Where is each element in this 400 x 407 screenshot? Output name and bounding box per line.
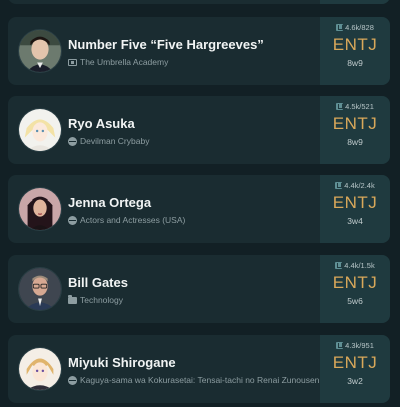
globe-icon	[68, 215, 77, 225]
personality-type-panel[interactable]: 4.5k/521 ENTJ 8w9	[320, 96, 390, 164]
source-label: The Umbrella Academy	[80, 57, 169, 67]
profile-name[interactable]: Number Five “Five Hargreeves”	[68, 37, 310, 52]
profile-list: Number Five “Five Hargreeves” The Umbrel…	[0, 0, 400, 407]
profile-source[interactable]: Actors and Actresses (USA)	[68, 215, 310, 225]
profile-card[interactable]: Jenna Ortega Actors and Actresses (USA) …	[8, 175, 390, 243]
previous-card-edge[interactable]	[8, 0, 390, 4]
vote-icon	[336, 342, 344, 349]
mbti-type: ENTJ	[332, 353, 378, 372]
enneagram-type: 5w6	[347, 296, 363, 306]
vote-icon	[335, 182, 343, 189]
enneagram-type: 8w9	[347, 137, 363, 147]
profile-card[interactable]: Miyuki Shirogane Kaguya-sama wa Kokurase…	[8, 335, 390, 403]
vote-count: 4.3k/951	[336, 341, 374, 350]
vote-icon	[336, 103, 344, 110]
avatar	[18, 108, 62, 152]
profile-card[interactable]: Bill Gates Technology 4.4k/1.5k ENTJ 5w6	[8, 255, 390, 323]
vote-icon	[335, 262, 343, 269]
tv-icon	[68, 58, 77, 66]
avatar	[18, 187, 62, 231]
avatar	[18, 267, 62, 311]
avatar	[18, 347, 62, 391]
profile-name[interactable]: Bill Gates	[68, 275, 310, 290]
enneagram-type: 3w2	[347, 376, 363, 386]
personality-type-panel[interactable]: 4.4k/1.5k ENTJ 5w6	[320, 255, 390, 323]
globe-icon	[68, 375, 77, 385]
personality-type-panel[interactable]: 4.6k/828 ENTJ 8w9	[320, 17, 390, 85]
source-label: Kaguya-sama wa Kokurasetai: Tensai-tachi…	[80, 375, 320, 385]
globe-icon	[68, 136, 77, 146]
mbti-type: ENTJ	[332, 193, 378, 212]
personality-type-panel[interactable]: 4.3k/951 ENTJ 3w2	[320, 335, 390, 403]
profile-name[interactable]: Jenna Ortega	[68, 195, 310, 210]
profile-source[interactable]: The Umbrella Academy	[68, 57, 310, 67]
profile-name[interactable]: Ryo Asuka	[68, 116, 310, 131]
vote-count: 4.5k/521	[336, 102, 374, 111]
source-label: Devilman Crybaby	[80, 136, 150, 146]
enneagram-type: 3w4	[347, 216, 363, 226]
vote-count: 4.4k/1.5k	[335, 261, 375, 270]
vote-count: 4.4k/2.4k	[335, 181, 375, 190]
folder-icon	[68, 294, 77, 304]
mbti-type: ENTJ	[332, 114, 378, 133]
enneagram-type: 8w9	[347, 58, 363, 68]
vote-icon	[336, 24, 344, 31]
personality-type-panel[interactable]: 4.4k/2.4k ENTJ 3w4	[320, 175, 390, 243]
profile-card[interactable]: Number Five “Five Hargreeves” The Umbrel…	[8, 17, 390, 85]
vote-count: 4.6k/828	[336, 23, 374, 32]
mbti-type: ENTJ	[332, 273, 378, 292]
profile-name[interactable]: Miyuki Shirogane	[68, 355, 310, 370]
profile-source[interactable]: Kaguya-sama wa Kokurasetai: Tensai-tachi…	[68, 375, 319, 385]
avatar	[18, 29, 62, 73]
profile-source[interactable]: Devilman Crybaby	[68, 136, 310, 146]
source-label: Actors and Actresses (USA)	[80, 215, 186, 225]
profile-card[interactable]: Ryo Asuka Devilman Crybaby 4.5k/521 ENTJ…	[8, 96, 390, 164]
profile-source[interactable]: Technology	[68, 294, 310, 305]
mbti-type: ENTJ	[332, 35, 378, 54]
source-label: Technology	[80, 295, 124, 305]
